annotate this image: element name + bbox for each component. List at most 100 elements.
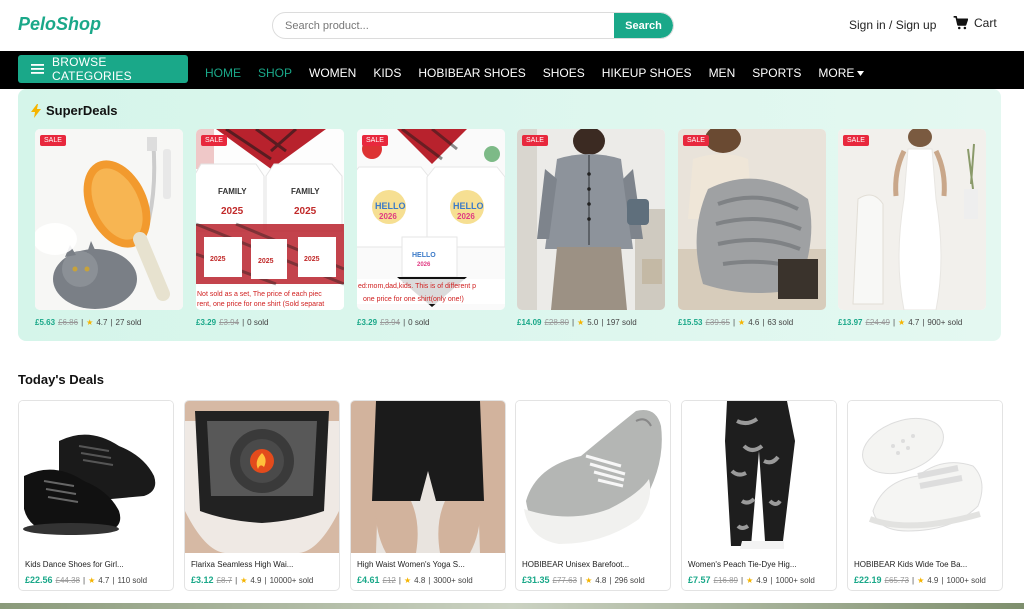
signin-link[interactable]: Sign in / Sign up bbox=[849, 18, 936, 32]
sold-count: 197 sold bbox=[606, 318, 637, 327]
nav-item-kids[interactable]: KIDS bbox=[373, 66, 401, 80]
star-icon: ★ bbox=[86, 318, 94, 327]
rating: 4.8 bbox=[595, 575, 607, 585]
sale-price: £15.53 bbox=[678, 318, 703, 327]
nav-item-sports[interactable]: SPORTS bbox=[752, 66, 801, 80]
superdeals-title: SuperDeals bbox=[46, 103, 118, 118]
product-image: HELLO 2026 HELLO 2026 HELLO 2026 ed:mom,… bbox=[357, 129, 505, 310]
star-icon: ★ bbox=[746, 575, 754, 585]
product-meta: £22.56 £44.38 | ★ 4.7 | 110 sold bbox=[25, 575, 148, 585]
product-name: HOBIBEAR Kids Wide Toe Ba... bbox=[854, 560, 968, 569]
star-icon: ★ bbox=[917, 575, 925, 585]
sale-price: £22.19 bbox=[854, 575, 882, 585]
browse-categories-button[interactable]: BROWSE CATEGORIES bbox=[18, 55, 188, 83]
product-image bbox=[35, 129, 183, 310]
sale-badge: SALE bbox=[843, 135, 869, 146]
deal-card[interactable]: Flarixa Seamless High Wai... £3.12 £8.7 … bbox=[184, 400, 340, 591]
search-button[interactable]: Search bbox=[614, 13, 673, 38]
sold-count: 3000+ sold bbox=[433, 575, 473, 585]
product-image: FAMILY 2025 FAMILY 2025 2025 2025 2025 N… bbox=[196, 129, 344, 310]
sale-badge: SALE bbox=[362, 135, 388, 146]
sale-price: £3.12 bbox=[191, 575, 214, 585]
original-price: £77.63 bbox=[552, 575, 577, 585]
superdeal-info: £3.29 £3.94 | 0 sold bbox=[196, 318, 269, 327]
sold-count: 10000+ sold bbox=[269, 575, 314, 585]
product-name: HOBIBEAR Unisex Barefoot... bbox=[522, 560, 630, 569]
rating: 4.9 bbox=[756, 575, 768, 585]
product-name: Women's Peach Tie-Dye Hig... bbox=[688, 560, 797, 569]
product-meta: £3.12 £8.7 | ★ 4.9 | 10000+ sold bbox=[191, 575, 314, 585]
deal-card[interactable]: HOBIBEAR Kids Wide Toe Ba... £22.19 £65.… bbox=[847, 400, 1003, 591]
nav-item-home[interactable]: HOME bbox=[205, 66, 241, 80]
original-price: £12 bbox=[382, 575, 396, 585]
nav-item-women[interactable]: WOMEN bbox=[309, 66, 356, 80]
svg-text:2026: 2026 bbox=[379, 212, 397, 221]
site-logo[interactable]: PeloShop bbox=[18, 14, 101, 35]
cart-icon bbox=[953, 16, 968, 30]
lightning-icon bbox=[30, 103, 42, 118]
deal-card[interactable]: HOBIBEAR Unisex Barefoot... £31.35 £77.6… bbox=[515, 400, 671, 591]
sale-price: £14.09 bbox=[517, 318, 542, 327]
superdeal-card[interactable]: SALE bbox=[517, 129, 665, 310]
star-icon: ★ bbox=[88, 575, 96, 585]
overlay-text-line2: one price for one shirt(only one!) bbox=[363, 296, 464, 303]
nav-item-shop[interactable]: SHOP bbox=[258, 66, 292, 80]
sale-price: £3.29 bbox=[357, 318, 378, 327]
rating: 4.7 bbox=[908, 318, 920, 327]
search-input[interactable] bbox=[273, 13, 616, 38]
superdeals-section: SuperDeals SALE SALE FAMILY 2025 FAMILY … bbox=[18, 89, 1001, 341]
product-name: High Waist Women's Yoga S... bbox=[357, 560, 465, 569]
deal-card[interactable]: High Waist Women's Yoga S... £4.61 £12 |… bbox=[350, 400, 506, 591]
product-meta: £22.19 £65.73 | ★ 4.9 | 1000+ sold bbox=[854, 575, 986, 585]
nav-more-label: MORE bbox=[818, 66, 855, 80]
svg-text:2025: 2025 bbox=[304, 256, 320, 263]
rating: 4.9 bbox=[250, 575, 262, 585]
sold-count: 296 sold bbox=[614, 575, 645, 585]
svg-text:2026: 2026 bbox=[417, 262, 431, 268]
superdeal-card[interactable]: SALE FAMILY 2025 FAMILY 2025 2025 2025 2… bbox=[196, 129, 344, 310]
sold-count: 27 sold bbox=[115, 318, 142, 327]
sold-count: 1000+ sold bbox=[946, 575, 986, 585]
rating: 4.7 bbox=[96, 318, 108, 327]
browse-categories-label: BROWSE CATEGORIES bbox=[52, 55, 132, 83]
star-icon: ★ bbox=[240, 575, 248, 585]
product-name: Flarixa Seamless High Wai... bbox=[191, 560, 294, 569]
superdeal-info: £15.53 £39.65 | ★ 4.6 | 63 sold bbox=[678, 318, 794, 327]
deal-card[interactable]: Women's Peach Tie-Dye Hig... £7.57 £16.8… bbox=[681, 400, 837, 591]
product-image bbox=[517, 129, 665, 310]
rating: 4.8 bbox=[414, 575, 426, 585]
cart-label: Cart bbox=[974, 16, 997, 30]
sale-price: £7.57 bbox=[688, 575, 711, 585]
original-price: £6.86 bbox=[58, 318, 79, 327]
superdeal-info: £13.97 £24.49 | ★ 4.7 | 900+ sold bbox=[838, 318, 963, 327]
superdeal-card[interactable]: SALE bbox=[678, 129, 826, 310]
superdeal-card[interactable]: SALE bbox=[35, 129, 183, 310]
product-image bbox=[19, 401, 173, 553]
original-price: £24.49 bbox=[865, 318, 890, 327]
cart-link[interactable]: Cart bbox=[953, 16, 997, 30]
nav-item-men[interactable]: MEN bbox=[709, 66, 736, 80]
nav-item-hobibear-shoes[interactable]: HOBIBEAR SHOES bbox=[418, 66, 525, 80]
svg-text:HELLO: HELLO bbox=[375, 201, 406, 211]
original-price: £8.7 bbox=[216, 575, 233, 585]
nav-item-shoes[interactable]: SHOES bbox=[543, 66, 585, 80]
product-image bbox=[848, 401, 1002, 553]
original-price: £16.89 bbox=[713, 575, 738, 585]
original-price: £39.65 bbox=[705, 318, 730, 327]
superdeal-card[interactable]: SALE bbox=[838, 129, 986, 310]
product-meta: £7.57 £16.89 | ★ 4.9 | 1000+ sold bbox=[688, 575, 815, 585]
original-price: £44.38 bbox=[55, 575, 80, 585]
sale-badge: SALE bbox=[683, 135, 709, 146]
sale-price: £31.35 bbox=[522, 575, 550, 585]
nav-menu: HOME SHOP WOMEN KIDS HOBIBEAR SHOES SHOE… bbox=[205, 66, 881, 80]
superdeal-card[interactable]: SALE HELLO 2026 HELLO 2026 HELLO 2026 ed… bbox=[357, 129, 505, 310]
nav-item-more[interactable]: MORE bbox=[818, 66, 865, 80]
product-meta: £31.35 £77.63 | ★ 4.8 | 296 sold bbox=[522, 575, 645, 585]
original-price: £3.94 bbox=[219, 318, 240, 327]
svg-text:2025: 2025 bbox=[258, 258, 274, 265]
deal-card[interactable]: Kids Dance Shoes for Girl... £22.56 £44.… bbox=[18, 400, 174, 591]
product-image bbox=[516, 401, 670, 553]
sold-count: 1000+ sold bbox=[775, 575, 815, 585]
sale-price: £13.97 bbox=[838, 318, 863, 327]
nav-item-hikeup-shoes[interactable]: HIKEUP SHOES bbox=[602, 66, 692, 80]
